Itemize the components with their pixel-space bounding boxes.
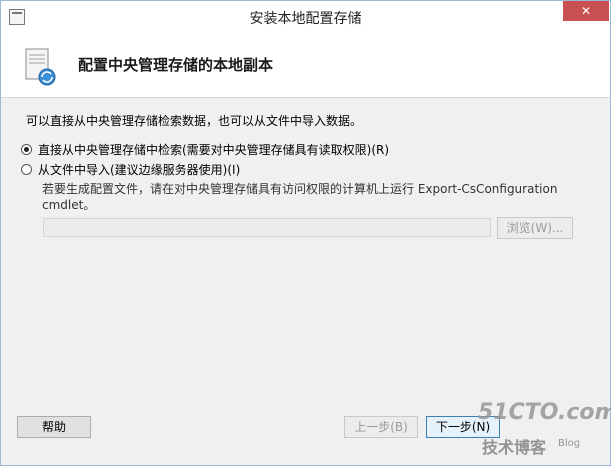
radio-retrieve-direct[interactable] [21,143,32,155]
help-button[interactable]: 帮助 [17,416,91,438]
option-import-file[interactable]: 从文件中导入(建议边缘服务器使用)(I) [21,161,240,177]
browse-button[interactable]: 浏览(W)... [497,217,573,239]
watermark-site: 51CTO.com [478,400,611,425]
intro-text: 可以直接从中央管理存储检索数据，也可以从文件中导入数据。 [26,114,363,128]
title-bar[interactable]: 安装本地配置存储 ✕ [1,1,610,33]
option-retrieve-direct-label: 直接从中央管理存储中检索(需要对中央管理存储具有读取权限)(R) [38,142,390,157]
page-title: 配置中央管理存储的本地副本 [78,56,274,74]
option-retrieve-direct[interactable]: 直接从中央管理存储中检索(需要对中央管理存储具有读取权限)(R) [21,141,389,157]
option-import-file-label: 从文件中导入(建议边缘服务器使用)(I) [38,162,241,177]
back-button[interactable]: 上一步(B) [344,416,418,438]
installer-window: 安装本地配置存储 ✕ 配置中央管理存储的本地副本 可以直接从中央管理存储检索数据… [0,0,611,466]
radio-import-file[interactable] [21,163,32,175]
import-file-path-input[interactable] [43,218,491,237]
server-config-icon [25,48,56,86]
window-title: 安装本地配置存储 [249,11,362,27]
watermark-blog: Blog [558,438,581,449]
close-button[interactable]: ✕ [563,1,609,21]
import-description: 若要生成配置文件，请在对中央管理存储具有访问权限的计算机上运行 Export-C… [42,182,558,212]
watermark-tagline: 技术博客 [482,438,547,457]
wizard-header: 配置中央管理存储的本地副本 [1,33,610,98]
